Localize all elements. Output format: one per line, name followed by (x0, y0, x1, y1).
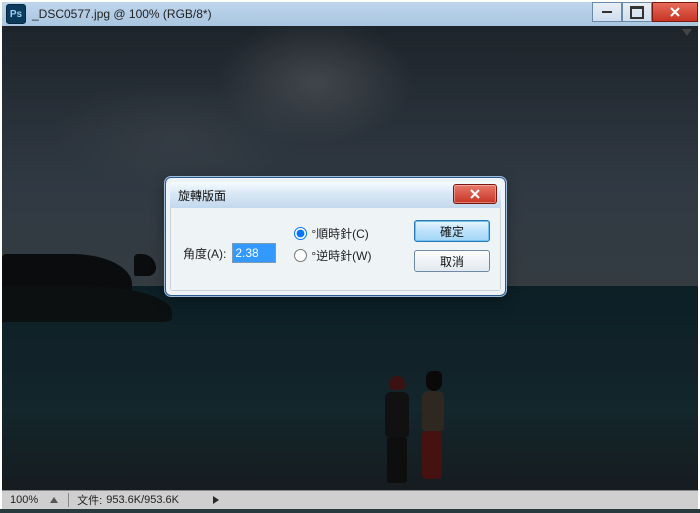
scroll-indicator-icon (682, 29, 692, 36)
status-bar: 100% 文件: 953.6K/953.6K (2, 490, 698, 509)
app-titlebar: Ps _DSC0577.jpg @ 100% (RGB/8*) (2, 2, 698, 26)
app-icon: Ps (6, 4, 26, 24)
zoom-level[interactable]: 100% (2, 494, 46, 506)
radio-cw[interactable]: °順時針(C) (294, 222, 371, 244)
ok-button-label: 確定 (440, 223, 464, 240)
rotate-canvas-dialog: 旋轉版面 角度(A): °順時針(C) °逆時針(W (165, 177, 506, 296)
angle-label: 角度(A): (183, 245, 226, 262)
app-window: Ps _DSC0577.jpg @ 100% (RGB/8*) 100% 文件:… (0, 0, 700, 509)
radio-ccw[interactable]: °逆時針(W) (294, 244, 371, 266)
maximize-button[interactable] (622, 2, 652, 22)
window-title: _DSC0577.jpg @ 100% (RGB/8*) (32, 7, 212, 21)
statusbar-expand-icon[interactable] (213, 496, 219, 504)
close-button[interactable] (652, 2, 698, 22)
file-size-label: 文件: (77, 492, 106, 508)
radio-cw-label: °順時針(C) (311, 225, 368, 242)
ok-button[interactable]: 確定 (414, 220, 490, 242)
cancel-button-label: 取消 (440, 253, 464, 270)
close-icon (469, 189, 481, 199)
dialog-title: 旋轉版面 (178, 187, 226, 204)
radio-ccw-input[interactable] (294, 249, 307, 262)
zoom-dropdown-icon[interactable] (50, 497, 58, 503)
dialog-body: 角度(A): °順時針(C) °逆時針(W) 確定 取消 (170, 208, 501, 291)
file-size-value: 953.6K/953.6K (106, 494, 179, 506)
divider (68, 493, 69, 507)
dialog-close-button[interactable] (453, 184, 497, 204)
minimize-button[interactable] (592, 2, 622, 22)
close-icon (669, 6, 681, 18)
radio-ccw-label: °逆時針(W) (311, 247, 371, 264)
cancel-button[interactable]: 取消 (414, 250, 490, 272)
radio-cw-input[interactable] (294, 227, 307, 240)
dialog-titlebar[interactable]: 旋轉版面 (170, 182, 501, 209)
angle-input[interactable] (232, 243, 276, 263)
window-controls (592, 2, 698, 22)
